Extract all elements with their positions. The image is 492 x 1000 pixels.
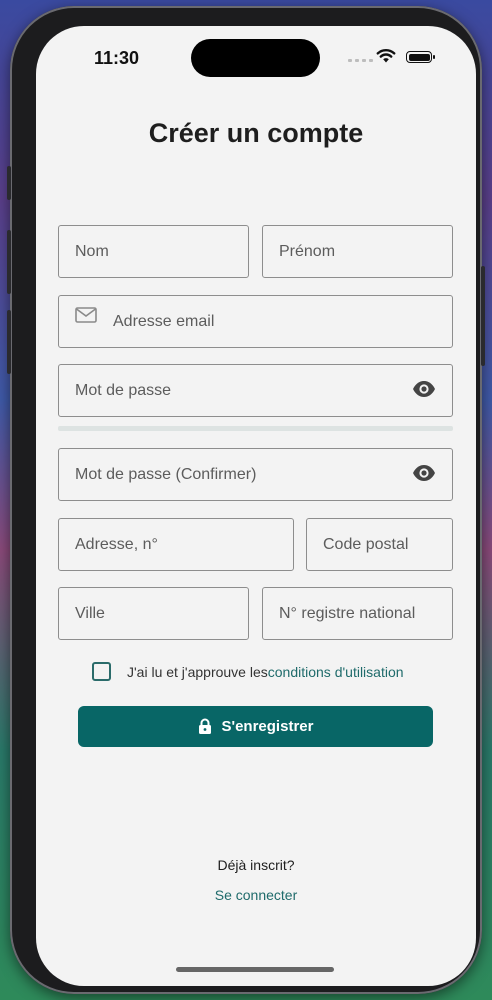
national-register-placeholder: N° registre national [279,604,416,622]
power-button [481,266,485,366]
prenom-placeholder: Prénom [279,242,336,260]
nom-placeholder: Nom [75,242,109,260]
home-indicator[interactable] [176,967,334,972]
lock-icon [198,718,211,734]
terms-checkbox[interactable] [92,662,111,681]
wifi-icon [376,49,396,63]
password-placeholder: Mot de passe [75,381,172,399]
volume-up-button [7,230,11,294]
phone-frame: 11:30 Créer un compte Nom Prénom Adresse… [7,6,485,994]
address-placeholder: Adresse, n° [75,535,158,553]
national-register-input[interactable]: N° registre national [262,587,453,640]
postal-code-placeholder: Code postal [323,535,409,553]
already-registered-text: Déjà inscrit? [217,857,295,873]
action-button [7,166,11,200]
status-time: 11:30 [94,48,140,68]
password-confirm-input[interactable]: Mot de passe (Confirmer) [58,448,453,501]
register-button-label: S'enregistrer [221,718,314,735]
eye-icon[interactable] [412,464,436,482]
battery-icon [406,51,435,63]
volume-down-button [7,310,11,374]
terms-link[interactable]: conditions d'utilisation [268,664,404,680]
email-input[interactable]: Adresse email [58,295,453,348]
password-input[interactable]: Mot de passe [58,364,453,417]
login-link[interactable]: Se connecter [36,887,476,903]
register-button[interactable]: S'enregistrer [78,706,433,747]
screen: 11:30 Créer un compte Nom Prénom Adresse… [36,26,476,986]
status-bar: 11:30 [36,26,476,86]
city-input[interactable]: Ville [58,587,249,640]
nom-input[interactable]: Nom [58,225,249,278]
password-confirm-placeholder: Mot de passe (Confirmer) [75,465,257,483]
eye-icon[interactable] [412,380,436,398]
email-placeholder: Adresse email [113,312,215,330]
address-input[interactable]: Adresse, n° [58,518,294,571]
terms-row: J'ai lu et j'approuve les conditions d'u… [92,662,404,681]
terms-text: J'ai lu et j'approuve les [127,663,268,680]
postal-code-input[interactable]: Code postal [306,518,453,571]
page-title: Créer un compte [148,118,364,148]
city-placeholder: Ville [75,604,105,622]
prenom-input[interactable]: Prénom [262,225,453,278]
password-strength-bar [58,426,453,431]
mail-icon [75,306,97,323]
cellular-signal-icon [348,59,373,62]
dynamic-island [191,39,320,77]
